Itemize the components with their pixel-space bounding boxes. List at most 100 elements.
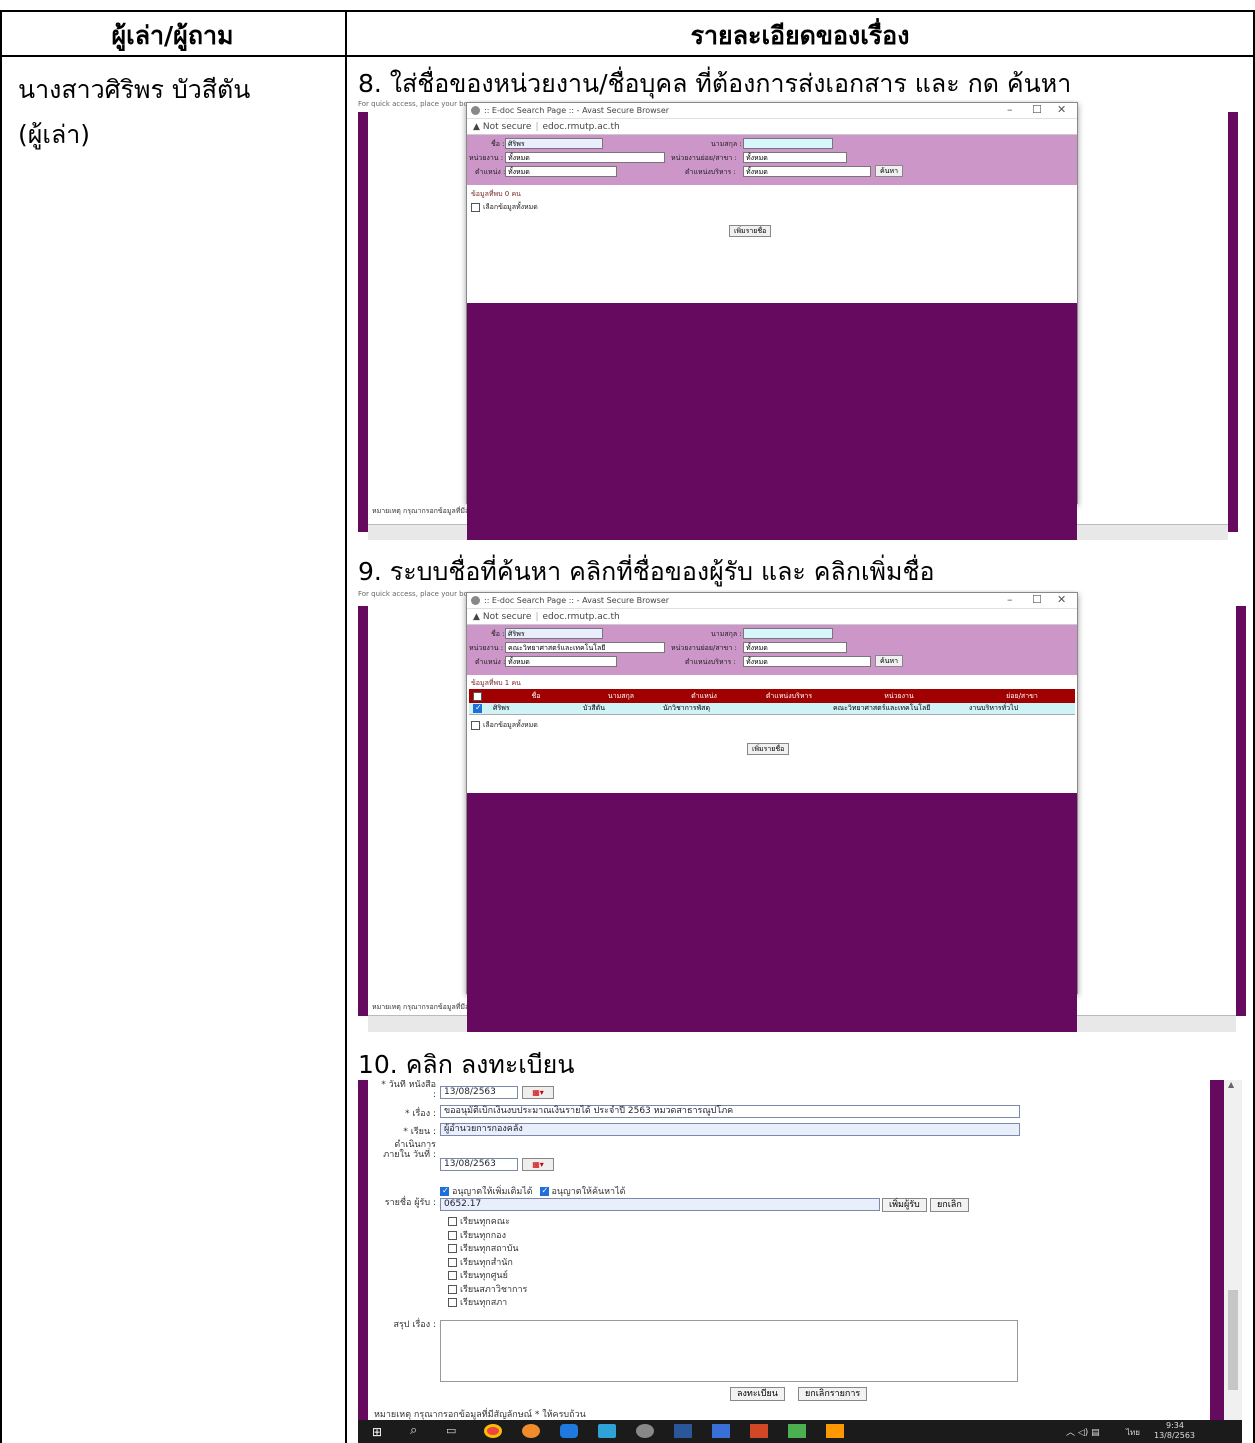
- input-surname[interactable]: [743, 138, 833, 149]
- input-subject[interactable]: ขออนุมัติเบิกเงินงบประมาณเงินรายได้ ประจ…: [440, 1105, 1020, 1118]
- windows-start-icon[interactable]: ⊞: [372, 1425, 382, 1439]
- tray-icons[interactable]: ︿ ◁) ▤: [1066, 1425, 1100, 1438]
- scrollbar[interactable]: ▲: [1224, 1080, 1242, 1420]
- table-row[interactable]: ศิริพร บัวสีตัน นักวิชาการพัสดุ คณะวิทยา…: [469, 703, 1075, 715]
- cancel-list-button[interactable]: ยกเลิกรายการ: [798, 1387, 868, 1401]
- app-icon[interactable]: [636, 1424, 654, 1438]
- due-date-picker-button[interactable]: ▦▾: [522, 1158, 554, 1171]
- close-button[interactable]: ✕: [1057, 103, 1066, 116]
- label-name: ชื่อ :: [491, 140, 505, 148]
- option-checkbox[interactable]: [448, 1257, 457, 1267]
- select-all-row[interactable]: เลือกข้อมูลทั้งหมด: [471, 202, 538, 213]
- page-left-purple: [358, 112, 368, 532]
- label-unit: หน่วยงาน :: [469, 154, 504, 162]
- option-checkbox[interactable]: [448, 1244, 457, 1253]
- cancel-button[interactable]: ยกเลิก: [930, 1198, 969, 1212]
- tray-date[interactable]: 13/8/2563: [1154, 1431, 1195, 1440]
- option-all-offices[interactable]: เรียนทุกสำนัก: [448, 1257, 527, 1271]
- tray-time[interactable]: 9:34: [1166, 1421, 1184, 1430]
- table-border-middle: [345, 10, 347, 1443]
- add-recipient-button[interactable]: เพิ่มผู้รับ: [882, 1198, 927, 1212]
- url-bar[interactable]: ▲ Not secure | edoc.rmutp.ac.th: [467, 609, 1077, 625]
- search-button[interactable]: ค้นหา: [875, 655, 904, 667]
- row-checkbox[interactable]: [473, 704, 482, 713]
- task-view-icon[interactable]: ▭: [446, 1424, 456, 1437]
- select-subunit[interactable]: ทั้งหมด: [743, 642, 847, 653]
- minimize-button[interactable]: –: [1007, 593, 1013, 606]
- scrollbar-thumb[interactable]: [1228, 1290, 1238, 1390]
- search-icon[interactable]: ⌕: [410, 1423, 417, 1438]
- app-icon[interactable]: [826, 1424, 844, 1438]
- page-right-purple: [1228, 112, 1238, 532]
- select-position[interactable]: ทั้งหมด: [505, 656, 617, 667]
- browser-icon: [471, 106, 480, 115]
- page-left-purple: [358, 1080, 368, 1420]
- quick-access-text: For quick access, place your boo: [358, 590, 473, 598]
- option-all-divisions[interactable]: เรียนทุกกอง: [448, 1230, 527, 1244]
- input-name[interactable]: ศิริพร: [505, 138, 603, 149]
- narrator-name: นางสาวศิริพร บัวสีตัน: [18, 75, 251, 104]
- allow-add-checkbox[interactable]: [440, 1186, 449, 1196]
- not-secure-label: Not secure: [482, 611, 532, 622]
- label-surname: นามสกุล :: [711, 140, 742, 148]
- row-checkbox-cell: [469, 704, 489, 713]
- select-all-checkbox[interactable]: [471, 202, 480, 212]
- chrome-icon[interactable]: [484, 1424, 502, 1438]
- url-bar[interactable]: ▲ Not secure | edoc.rmutp.ac.th: [467, 119, 1077, 135]
- page-left-purple: [358, 606, 368, 1016]
- add-name-button[interactable]: เพิ่มรายชื่อ: [747, 743, 790, 755]
- option-all-institutes[interactable]: เรียนทุกสถาบัน: [448, 1243, 527, 1257]
- files-icon[interactable]: [598, 1424, 616, 1438]
- minimize-button[interactable]: –: [1007, 103, 1013, 116]
- label-doc-date: * วันที่ หนังสือ :: [381, 1080, 436, 1100]
- scroll-up-arrow-icon[interactable]: ▲: [1228, 1080, 1234, 1089]
- input-name[interactable]: ศิริพร: [505, 628, 603, 639]
- select-unit[interactable]: คณะวิทยาศาสตร์และเทคโนโลยี: [505, 642, 665, 653]
- input-recipients[interactable]: 0652.17: [440, 1198, 880, 1211]
- cell-subunit: งานบริหารทั่วไป: [969, 704, 1019, 712]
- option-checkbox[interactable]: [448, 1284, 457, 1294]
- select-admin-position[interactable]: ทั้งหมด: [743, 656, 871, 667]
- register-button[interactable]: ลงทะเบียน: [730, 1387, 785, 1401]
- option-checkbox[interactable]: [448, 1217, 457, 1226]
- select-position[interactable]: ทั้งหมด: [505, 166, 617, 177]
- option-all-councils[interactable]: เรียนทุกสภา: [448, 1297, 527, 1311]
- col-surname: นามสกุล: [607, 691, 635, 700]
- app-icon[interactable]: [788, 1424, 806, 1438]
- maximize-button[interactable]: ☐: [1032, 103, 1042, 116]
- option-all-centers[interactable]: เรียนทุกศูนย์: [448, 1270, 527, 1284]
- option-checkbox[interactable]: [448, 1230, 457, 1240]
- allow-search-label: อนุญาตให้ค้นหาได้: [551, 1187, 626, 1197]
- close-button[interactable]: ✕: [1057, 593, 1066, 606]
- add-name-button[interactable]: เพิ่มรายชื่อ: [729, 225, 772, 237]
- option-all-faculties[interactable]: เรียนทุกคณะ: [448, 1216, 527, 1230]
- select-admin-position[interactable]: ทั้งหมด: [743, 166, 871, 177]
- app-icon[interactable]: [712, 1424, 730, 1438]
- label-to: * เรียน :: [403, 1127, 436, 1137]
- powerpoint-icon[interactable]: [750, 1424, 768, 1438]
- not-secure-label: Not secure: [482, 121, 532, 132]
- word-icon[interactable]: [674, 1424, 692, 1438]
- option-checkbox[interactable]: [448, 1271, 457, 1280]
- select-all-row[interactable]: เลือกข้อมูลทั้งหมด: [471, 720, 538, 731]
- input-doc-date[interactable]: 13/08/2563: [440, 1086, 518, 1099]
- input-surname[interactable]: [743, 628, 833, 639]
- date-picker-button[interactable]: ▦▾: [522, 1086, 554, 1099]
- maximize-button[interactable]: ☐: [1032, 593, 1042, 606]
- option-checkbox[interactable]: [448, 1298, 457, 1307]
- label-position: ตำแหน่ง :: [475, 168, 506, 176]
- edge-icon[interactable]: [560, 1424, 578, 1438]
- select-subunit[interactable]: ทั้งหมด: [743, 152, 847, 163]
- input-to[interactable]: ผู้อำนวยการกองคลัง: [440, 1123, 1020, 1136]
- select-all-checkbox[interactable]: [471, 720, 480, 730]
- avast-browser-icon[interactable]: [522, 1424, 540, 1438]
- windows-taskbar: ⊞ ⌕ ▭ ︿ ◁) ▤ ไทย 9:34 13/8/2563: [358, 1420, 1242, 1443]
- search-button[interactable]: ค้นหา: [875, 165, 904, 177]
- input-due-date[interactable]: 13/08/2563: [440, 1158, 518, 1171]
- option-academic-council[interactable]: เรียนสภาวิชาการ: [448, 1284, 527, 1298]
- header-checkbox[interactable]: [473, 691, 482, 701]
- allow-search-checkbox[interactable]: [539, 1186, 549, 1196]
- summary-textarea[interactable]: [440, 1320, 1018, 1382]
- select-unit[interactable]: ทั้งหมด: [505, 152, 665, 163]
- tray-language[interactable]: ไทย: [1126, 1426, 1140, 1439]
